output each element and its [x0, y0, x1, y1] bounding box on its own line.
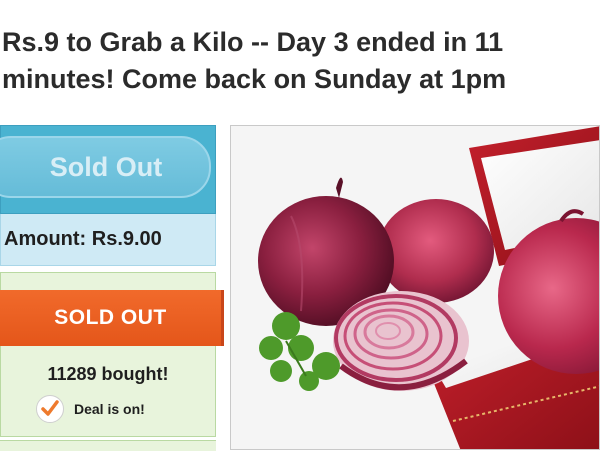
sold-out-ribbon: SOLD OUT: [0, 290, 224, 346]
sold-out-button[interactable]: Sold Out: [0, 136, 211, 198]
deal-headline-line-1: Rs.9 to Grab a Kilo -- Day 3 ended in 11: [2, 27, 504, 57]
bought-count: 11289 bought!: [47, 364, 169, 384]
buy-panel: Sold Out: [0, 125, 216, 214]
deal-on-indicator: Deal is on!: [36, 394, 145, 424]
amount-panel: Amount: Rs.9.00: [0, 214, 216, 266]
deal-headline: Rs.9 to Grab a Kilo -- Day 3 ended in 11…: [2, 24, 600, 98]
deal-amount: Amount: Rs.9.00: [4, 228, 162, 250]
deal-headline-line-2: minutes! Come back on Sunday at 1pm: [2, 64, 507, 94]
product-image: [230, 125, 600, 450]
deal-on-label: Deal is on!: [74, 401, 145, 417]
panel-divider: [0, 440, 216, 451]
checkmark-icon: [36, 395, 64, 423]
onion-illustration: [231, 126, 599, 449]
